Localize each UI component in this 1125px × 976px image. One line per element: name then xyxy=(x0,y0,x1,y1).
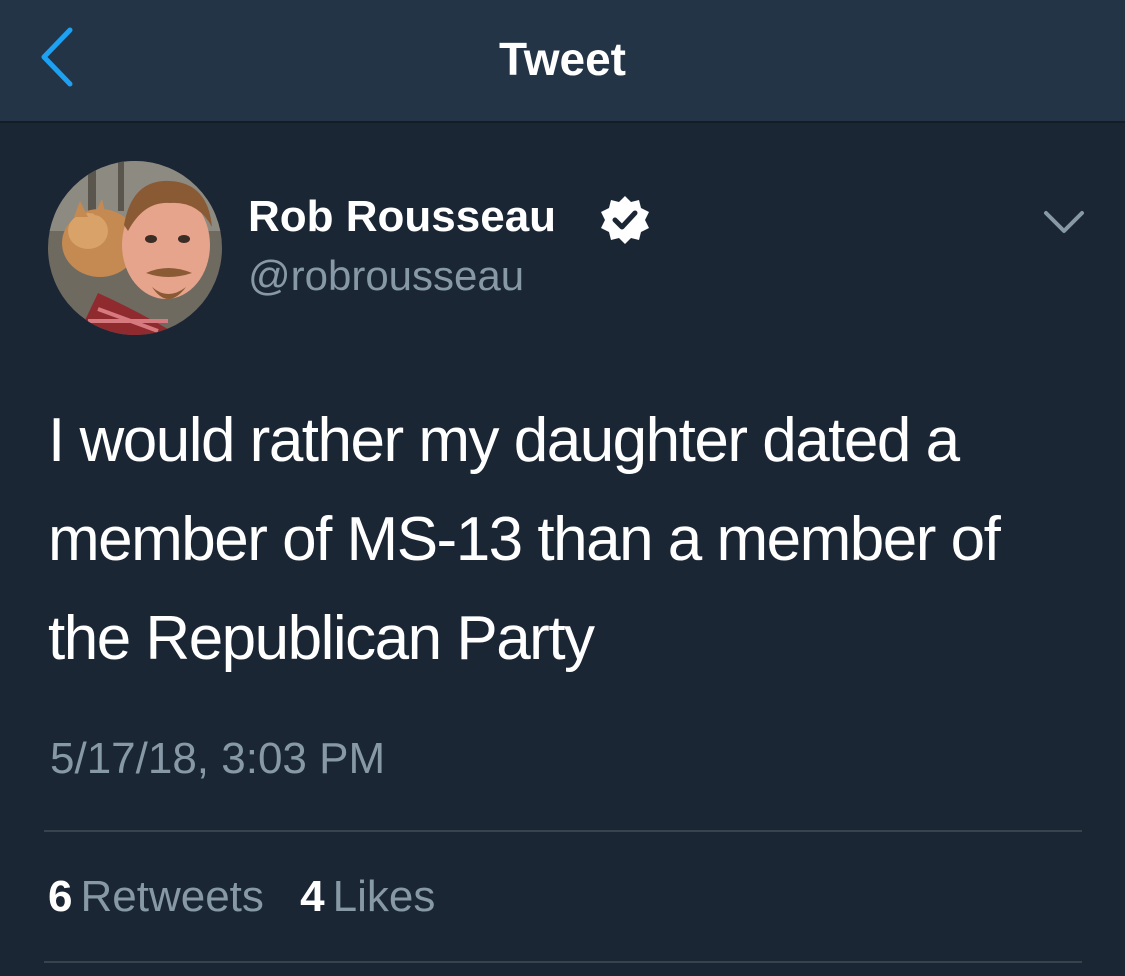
verified-badge-icon xyxy=(601,196,649,244)
retweets-count: 6 xyxy=(48,872,73,921)
divider xyxy=(44,830,1082,832)
tweet-stats: 6 Retweets 4 Likes xyxy=(48,869,435,925)
likes-label: Likes xyxy=(332,872,436,921)
tweet-text: I would rather my daughter dated a membe… xyxy=(48,406,1001,673)
retweets-stat[interactable]: 6 Retweets xyxy=(48,869,264,925)
tweet-timestamp: 5/17/18, 3:03 PM xyxy=(50,734,386,783)
chevron-down-icon xyxy=(1044,211,1084,233)
divider xyxy=(44,961,1082,963)
author-handle[interactable]: @robrousseau xyxy=(248,249,524,303)
avatar-photo xyxy=(48,161,222,335)
likes-count: 4 xyxy=(300,872,325,921)
tweet-detail: Rob Rousseau @robrousseau I would rather… xyxy=(0,123,1125,976)
page-title: Tweet xyxy=(499,33,626,85)
likes-stat[interactable]: 4 Likes xyxy=(300,869,435,925)
top-navigation-bar: Tweet xyxy=(0,0,1125,123)
tweet-options-button[interactable] xyxy=(1040,205,1088,241)
author-name[interactable]: Rob Rousseau xyxy=(248,189,556,245)
avatar[interactable] xyxy=(48,161,222,335)
retweets-label: Retweets xyxy=(80,872,264,921)
